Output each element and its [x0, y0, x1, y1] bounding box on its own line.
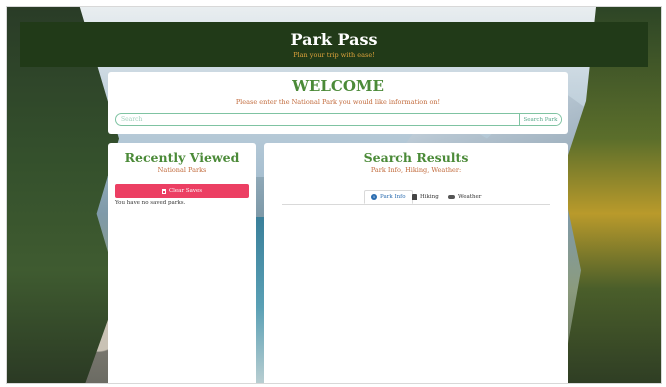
search-bar: Search Park — [115, 113, 562, 126]
welcome-subtitle: Please enter the National Park you would… — [235, 98, 441, 106]
welcome-heading: WELCOME — [292, 77, 384, 95]
recently-viewed-card: Recently Viewed National Parks Clear Sav… — [108, 143, 256, 383]
tab-hiking[interactable]: Hiking — [406, 190, 445, 204]
site-tagline: Plan your trip with ease! — [293, 51, 375, 59]
no-saved-parks-text: You have no saved parks. — [115, 200, 186, 206]
cloud-icon — [448, 195, 455, 199]
site-title: Park Pass — [290, 30, 378, 49]
recently-viewed-heading: Recently Viewed — [124, 150, 240, 165]
search-results-heading: Search Results — [363, 150, 469, 165]
site-header: Park Pass Plan your trip with ease! — [20, 22, 648, 67]
search-input[interactable] — [116, 114, 519, 125]
clear-saves-label: Clear Saves — [168, 188, 203, 194]
info-icon: i — [371, 194, 377, 200]
search-results-subtitle: Park Info, Hiking, Weather: — [370, 166, 462, 174]
search-results-card: Search Results Park Info, Hiking, Weathe… — [264, 143, 568, 383]
tab-weather-label: Weather — [458, 194, 482, 200]
tab-weather[interactable]: Weather — [442, 190, 487, 204]
hiking-icon — [412, 194, 417, 200]
trash-icon — [161, 188, 166, 194]
tab-hiking-label: Hiking — [420, 194, 439, 200]
results-tabs: i Park Info Hiking Weather — [282, 190, 550, 205]
page-frame: Park Pass Plan your trip with ease! WELC… — [6, 6, 662, 384]
clear-saves-button[interactable]: Clear Saves — [115, 184, 249, 198]
search-park-button[interactable]: Search Park — [519, 114, 561, 125]
tab-park-info-label: Park Info — [380, 194, 406, 200]
welcome-card: WELCOME Please enter the National Park y… — [108, 72, 568, 134]
recently-viewed-subtitle: National Parks — [157, 166, 207, 174]
